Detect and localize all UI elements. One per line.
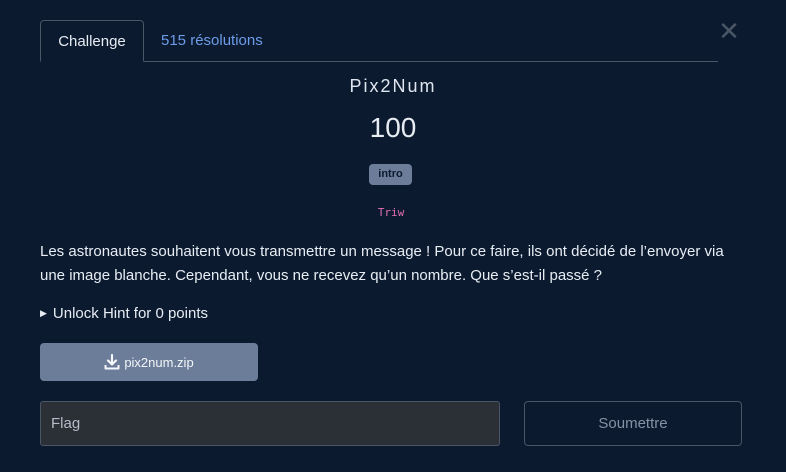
caret-right-icon: ▶ xyxy=(40,308,47,318)
close-icon[interactable]: ✕ xyxy=(716,18,742,44)
challenge-modal: ✕ Challenge 515 résolutions Pix2Num 100 … xyxy=(0,0,786,472)
unlock-hint-toggle[interactable]: ▶ Unlock Hint for 0 points xyxy=(40,305,208,322)
challenge-description: Les astronautes souhaitent vous transmet… xyxy=(40,243,724,284)
download-icon xyxy=(104,354,120,370)
challenge-name: Pix2Num xyxy=(349,76,437,96)
flag-input[interactable] xyxy=(40,401,500,446)
category-tag: intro xyxy=(369,164,412,185)
tab-bar: Challenge 515 résolutions xyxy=(40,20,718,62)
tab-solves[interactable]: 515 résolutions xyxy=(145,20,279,61)
challenge-author: Triw xyxy=(377,206,405,219)
download-file-button[interactable]: pix2num.zip xyxy=(40,343,258,381)
submit-button[interactable]: Soumettre xyxy=(524,401,742,446)
file-label: pix2num.zip xyxy=(124,354,194,370)
challenge-points: 100 xyxy=(369,112,417,143)
hint-label: Unlock Hint for 0 points xyxy=(52,305,208,322)
tab-challenge[interactable]: Challenge xyxy=(40,20,144,62)
